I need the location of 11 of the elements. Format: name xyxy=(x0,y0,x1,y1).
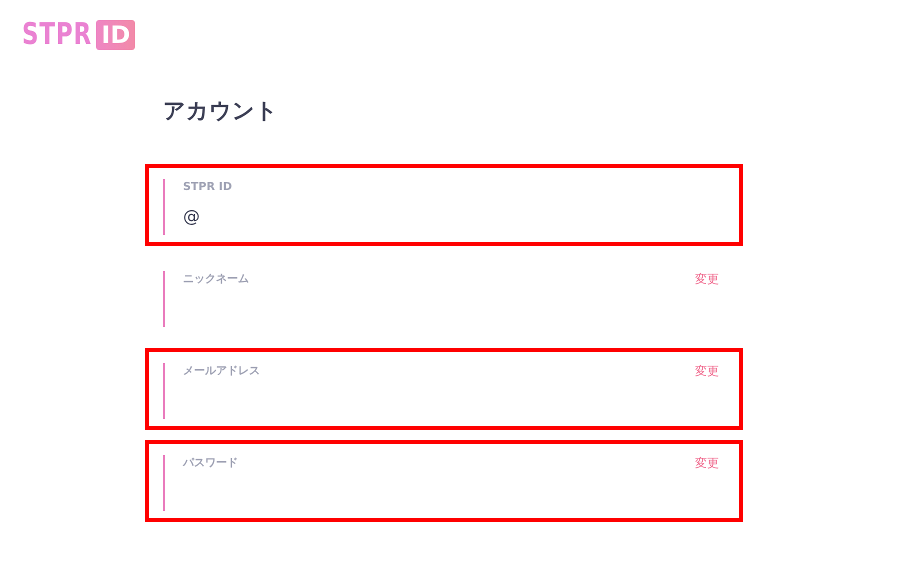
field-label: STPR ID xyxy=(183,179,232,195)
field-label: ニックネーム xyxy=(183,271,249,287)
field-label: メールアドレス xyxy=(183,363,260,379)
change-link[interactable]: 変更 xyxy=(695,455,719,471)
logo-badge: ID xyxy=(96,20,136,50)
page-title: アカウント xyxy=(163,98,279,126)
change-link[interactable]: 変更 xyxy=(695,363,719,379)
logo-text: STPR xyxy=(22,18,92,52)
change-link[interactable]: 変更 xyxy=(695,271,719,287)
field-label: パスワード xyxy=(183,455,238,471)
field-value: @ xyxy=(183,207,201,227)
